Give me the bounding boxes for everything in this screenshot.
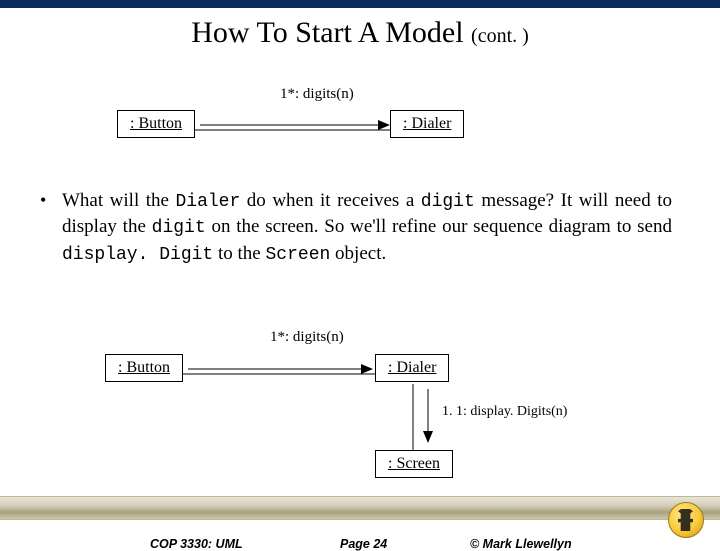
code-digit: digit: [421, 192, 475, 212]
title-wrap: How To Start A Model (cont. ): [0, 16, 720, 50]
code-digit-2: digit: [152, 218, 206, 238]
uml-object-dialer-2: : Dialer: [375, 354, 449, 382]
message-label-2b: 1. 1: display. Digits(n): [442, 404, 567, 420]
ucf-logo-icon: [668, 502, 704, 538]
diagram-1: : Button : Dialer 1*: digits(n): [0, 88, 720, 158]
body-text: do when it receives a: [240, 190, 421, 211]
body-text: object.: [330, 243, 386, 264]
code-screen: Screen: [265, 245, 330, 265]
uml-object-dialer: : Dialer: [390, 110, 464, 138]
bullet-icon: •: [40, 190, 46, 211]
uml-object-button-2: : Button: [105, 354, 183, 382]
footer-course: COP 3330: UML: [150, 537, 243, 551]
arrow-solid-down: [420, 387, 440, 447]
body-text: on the screen. So we'll refine our seque…: [206, 216, 672, 237]
footer-bar: [0, 496, 720, 520]
slide-title: How To Start A Model: [191, 16, 471, 49]
body-paragraph: What will the Dialer do when it receives…: [62, 188, 672, 267]
top-accent-bar: [0, 0, 720, 8]
code-dialer: Dialer: [175, 192, 240, 212]
footer-author: © Mark Llewellyn: [470, 537, 572, 551]
message-label-1: 1*: digits(n): [280, 86, 354, 103]
uml-object-screen: : Screen: [375, 450, 453, 478]
assoc-line: [195, 118, 395, 138]
slide: How To Start A Model (cont. ) : Button :…: [0, 0, 720, 540]
slide-title-cont: (cont. ): [471, 25, 529, 47]
diagram-2: : Button : Dialer : Screen 1*: digits(n)…: [0, 332, 720, 492]
footer-page: Page 24: [340, 537, 387, 551]
assoc-line-2: [183, 362, 383, 382]
uml-object-button: : Button: [117, 110, 195, 138]
body-text: What will the: [62, 190, 175, 211]
message-label-2a: 1*: digits(n): [270, 329, 344, 346]
body-text: to the: [213, 243, 265, 264]
code-display-digit: display. Digit: [62, 245, 213, 265]
